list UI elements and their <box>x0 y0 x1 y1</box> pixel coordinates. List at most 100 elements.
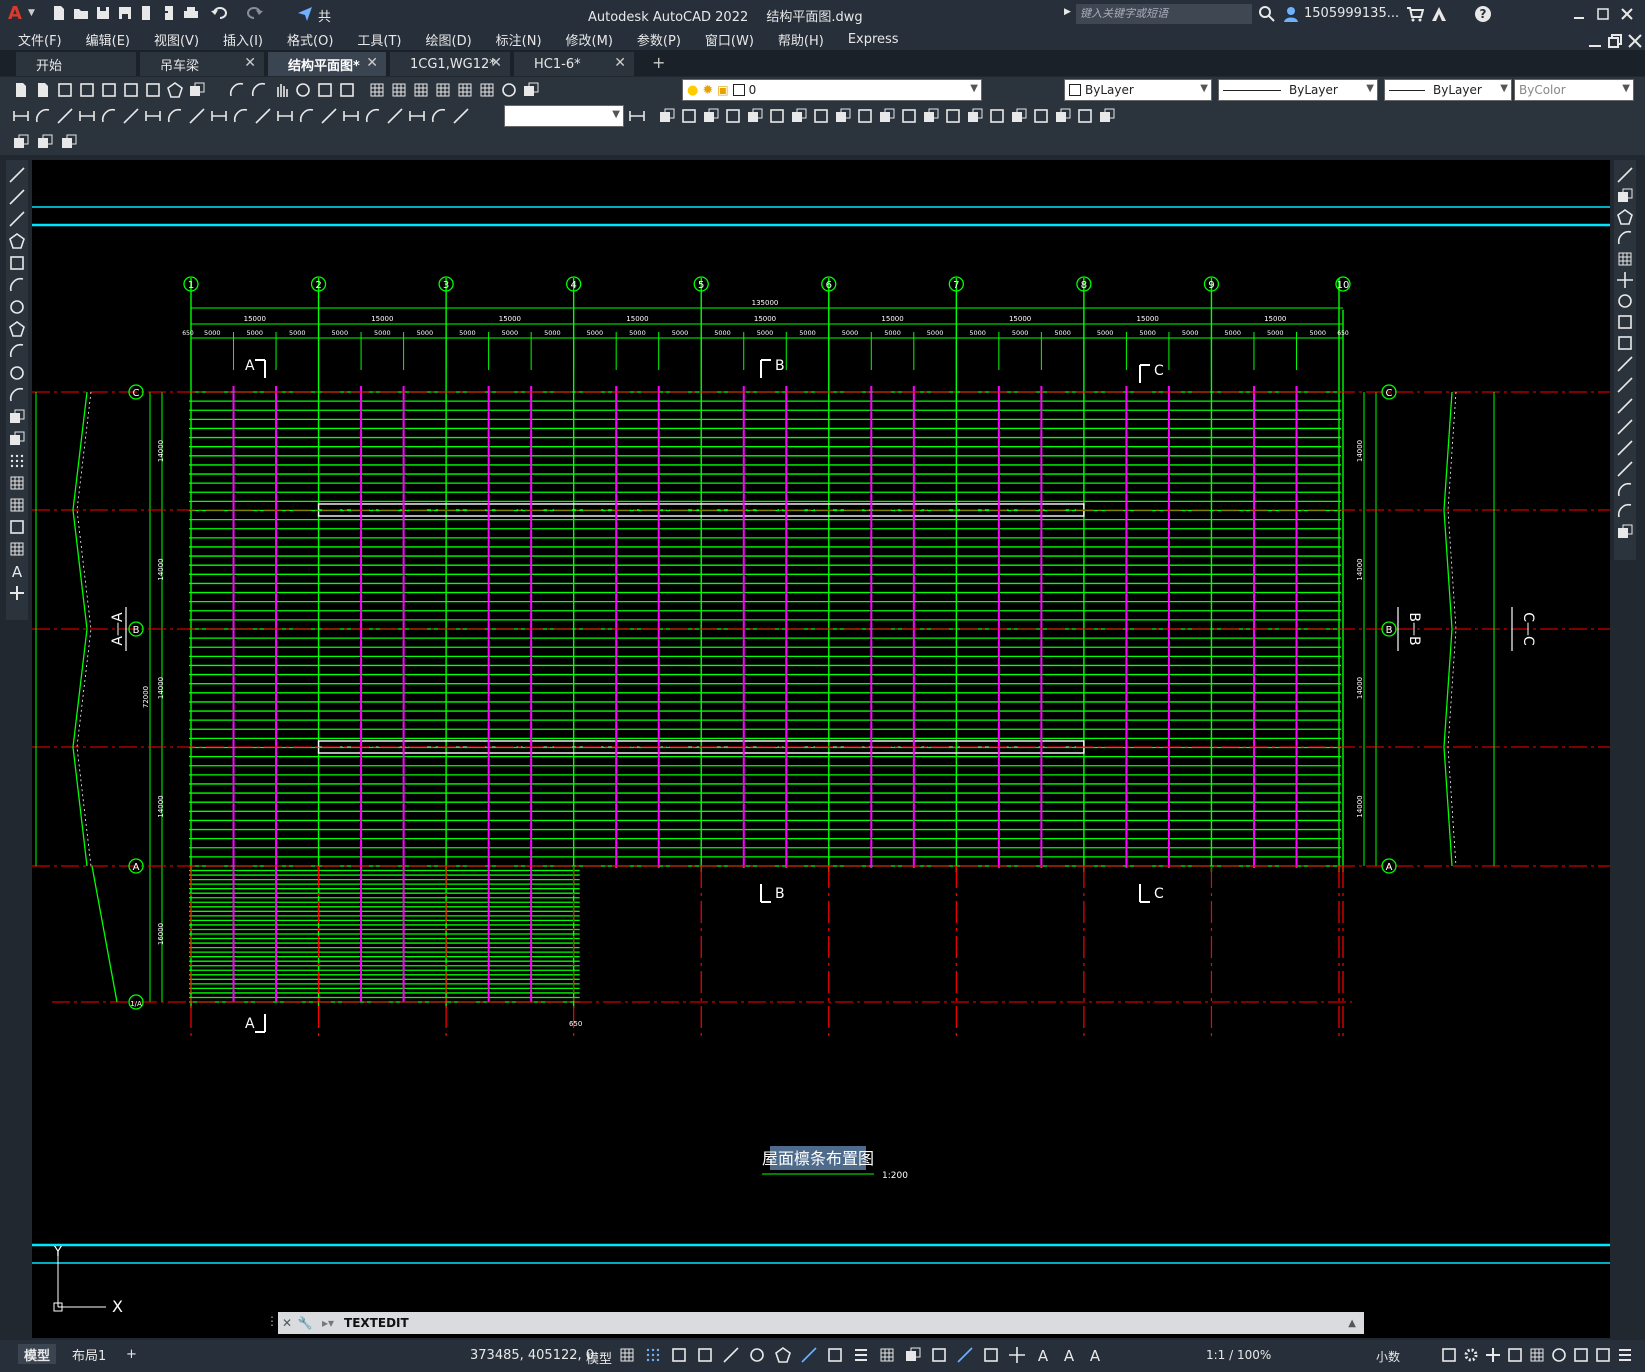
modify-tool-20-icon[interactable] <box>1076 107 1094 125</box>
dimension-tool-18-icon[interactable] <box>386 107 404 125</box>
help-tool-icon[interactable] <box>500 81 518 99</box>
array-icon[interactable] <box>1616 250 1634 268</box>
linetype-dropdown[interactable]: ByLayer ▼ <box>1218 79 1378 101</box>
save-web-icon[interactable] <box>160 4 178 22</box>
quick-properties-icon[interactable] <box>1440 1346 1458 1364</box>
lineweight-dropdown[interactable]: ByLayer ▼ <box>1384 79 1512 101</box>
modify-tool-7-icon[interactable] <box>790 107 808 125</box>
explode-icon[interactable] <box>1616 523 1634 541</box>
coordinate-readout[interactable]: 373485, 405122, 0 <box>470 1348 594 1363</box>
app-logo[interactable]: A <box>8 3 22 24</box>
extend-icon[interactable] <box>1616 376 1634 394</box>
help-icon[interactable]: ? <box>1474 5 1492 23</box>
modify-tool-13-icon[interactable] <box>922 107 940 125</box>
menu-express[interactable]: Express <box>836 32 911 47</box>
blend-curves-icon[interactable] <box>1616 502 1634 520</box>
app-menu-dropdown-icon[interactable]: ▼ <box>28 8 35 18</box>
add-selected-icon[interactable] <box>8 584 26 602</box>
structural-plan-drawing[interactable]: 135000150005000 5000 5000150005000 5000 5000… <box>32 160 1610 1338</box>
open-file-icon[interactable] <box>72 4 90 22</box>
dimension-tool-16-icon[interactable] <box>342 107 360 125</box>
publish-icon[interactable] <box>122 81 140 99</box>
units-readout[interactable]: 小数 <box>1376 1348 1400 1365</box>
revision-cloud-icon[interactable] <box>8 320 26 338</box>
dimension-style-dropdown[interactable]: ▼ <box>504 105 624 127</box>
tab-layout1[interactable]: 布局1 <box>66 1344 112 1364</box>
dimension-tool-19-icon[interactable] <box>408 107 426 125</box>
open-web-icon[interactable] <box>138 4 156 22</box>
trim-icon[interactable] <box>1616 355 1634 373</box>
command-customize-icon[interactable]: 🔧 <box>296 1316 314 1330</box>
modify-tool-18-icon[interactable] <box>1032 107 1050 125</box>
chamfer-icon[interactable] <box>1616 460 1634 478</box>
dimension-tool-7-icon[interactable] <box>144 107 162 125</box>
dimension-tool-9-icon[interactable] <box>188 107 206 125</box>
plot-icon[interactable] <box>78 81 96 99</box>
quick-calc-icon[interactable] <box>1528 1346 1546 1364</box>
line-icon[interactable] <box>8 166 26 184</box>
undo-icon[interactable] <box>210 4 228 22</box>
modify-tool-1-icon[interactable] <box>658 107 676 125</box>
tab-hc1-6[interactable]: HC1-6* ✕ <box>514 52 634 76</box>
zoom-previous-icon[interactable] <box>338 81 356 99</box>
modify-tool-12-icon[interactable] <box>900 107 918 125</box>
3d-object-snap-icon[interactable] <box>930 1346 948 1364</box>
modify-tool-10-icon[interactable] <box>856 107 874 125</box>
snap-mode-icon[interactable] <box>644 1346 662 1364</box>
doc-close-icon[interactable] <box>1626 32 1642 48</box>
auto-scale-icon[interactable]: A <box>1060 1346 1078 1365</box>
modify-tool-3-icon[interactable] <box>702 107 720 125</box>
menu-insert[interactable]: 插入(I) <box>211 30 275 49</box>
rectangle-icon[interactable] <box>8 254 26 272</box>
space-toggle[interactable]: 模型 <box>586 1348 612 1367</box>
dimension-tool-4-icon[interactable] <box>78 107 96 125</box>
dimension-tool-13-icon[interactable] <box>276 107 294 125</box>
dimension-tool-5-icon[interactable] <box>100 107 118 125</box>
tab-crane-beam[interactable]: 吊车梁 ✕ <box>140 52 264 76</box>
insert-block-icon[interactable] <box>12 133 30 151</box>
command-line[interactable]: ✕ 🔧 ▸▾ TEXTEDIT ▲ <box>278 1312 1364 1334</box>
modify-tool-16-icon[interactable] <box>988 107 1006 125</box>
dimension-tool-10-icon[interactable] <box>210 107 228 125</box>
sheet-set-icon[interactable] <box>434 81 452 99</box>
doc-restore-icon[interactable] <box>1606 32 1622 48</box>
hatch-icon[interactable] <box>8 474 26 492</box>
write-block-icon[interactable] <box>60 133 78 151</box>
maximize-icon[interactable] <box>1594 5 1612 23</box>
menu-format[interactable]: 格式(O) <box>275 30 345 49</box>
graphics-performance-icon[interactable] <box>1572 1346 1590 1364</box>
tab-close-icon[interactable]: ✕ <box>490 55 502 71</box>
menu-help[interactable]: 帮助(H) <box>766 30 836 49</box>
tab-model[interactable]: 模型 <box>18 1344 57 1364</box>
modify-tool-14-icon[interactable] <box>944 107 962 125</box>
break-at-point-icon[interactable] <box>1616 397 1634 415</box>
isometric-drafting-icon[interactable] <box>774 1346 792 1364</box>
lineweight-display-icon[interactable] <box>852 1346 870 1364</box>
menu-tools[interactable]: 工具(T) <box>345 30 413 49</box>
menu-file[interactable]: 文件(F) <box>6 30 74 49</box>
dimension-tool-14-icon[interactable] <box>298 107 316 125</box>
fillet-icon[interactable] <box>1616 481 1634 499</box>
tab-start[interactable]: 开始 <box>16 52 136 76</box>
units-icon[interactable] <box>1506 1346 1524 1364</box>
modify-tool-19-icon[interactable] <box>1054 107 1072 125</box>
menu-parametric[interactable]: 参数(P) <box>625 30 693 49</box>
menu-view[interactable]: 视图(V) <box>142 30 211 49</box>
infer-constraints-icon[interactable] <box>670 1346 688 1364</box>
tool-palettes-icon[interactable] <box>412 81 430 99</box>
clean-screen-icon[interactable] <box>1594 1346 1612 1364</box>
ellipse-arc-icon[interactable] <box>8 386 26 404</box>
dimension-tool-15-icon[interactable] <box>320 107 338 125</box>
modify-tool-21-icon[interactable] <box>1098 107 1116 125</box>
layer-properties-icon[interactable] <box>522 81 540 99</box>
modify-tool-8-icon[interactable] <box>812 107 830 125</box>
ortho-mode-icon[interactable] <box>722 1346 740 1364</box>
rotate-icon[interactable] <box>1616 292 1634 310</box>
3d-print-icon[interactable] <box>144 81 162 99</box>
save-icon[interactable] <box>94 4 112 22</box>
open-icon[interactable] <box>34 81 52 99</box>
dimension-tool-17-icon[interactable] <box>364 107 382 125</box>
circle-icon[interactable] <box>8 298 26 316</box>
offset-icon[interactable] <box>1616 229 1634 247</box>
dimension-tool-3-icon[interactable] <box>56 107 74 125</box>
